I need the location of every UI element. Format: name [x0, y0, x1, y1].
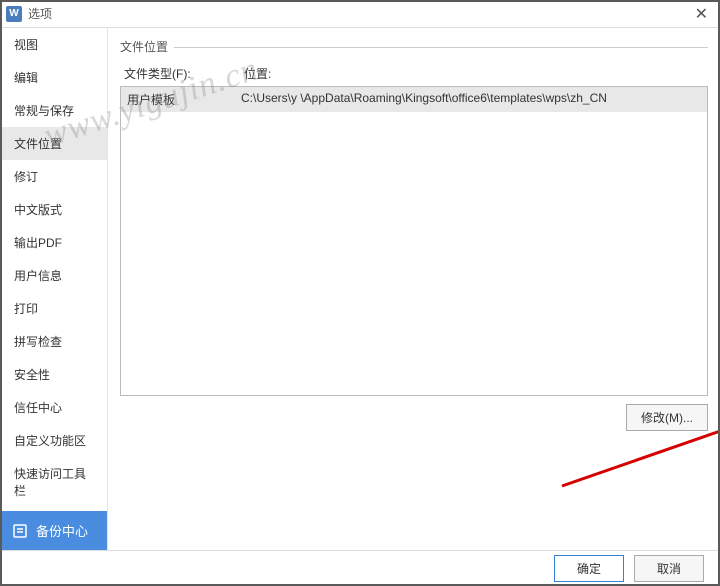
backup-center-button[interactable]: 备份中心 [0, 511, 107, 550]
sidebar-item-print[interactable]: 打印 [0, 292, 107, 325]
sidebar-item-security[interactable]: 安全性 [0, 358, 107, 391]
backup-icon [12, 523, 28, 539]
cancel-button[interactable]: 取消 [634, 555, 704, 582]
titlebar: W 选项 ✕ [0, 0, 720, 28]
dialog-title: 选项 [28, 5, 689, 22]
sidebar-item-label: 打印 [14, 302, 38, 316]
content-panel: 文件位置 文件类型(F): 位置: 用户模板 C:\Users\y \AppDa… [108, 28, 720, 550]
group-divider [174, 47, 708, 48]
column-header-filetype: 文件类型(F): [124, 65, 244, 82]
sidebar-item-user-info[interactable]: 用户信息 [0, 259, 107, 292]
sidebar-item-label: 安全性 [14, 368, 50, 382]
sidebar-item-spellcheck[interactable]: 拼写检查 [0, 325, 107, 358]
sidebar-item-label: 文件位置 [14, 137, 62, 151]
column-header-location: 位置: [244, 65, 708, 82]
sidebar-item-label: 输出PDF [14, 236, 62, 250]
sidebar-item-label: 信任中心 [14, 401, 62, 415]
group-title: 文件位置 [120, 38, 168, 55]
sidebar-item-label: 快速访问工具栏 [14, 467, 86, 498]
dialog-footer: 确定 取消 [0, 550, 720, 586]
sidebar-item-output-pdf[interactable]: 输出PDF [0, 226, 107, 259]
sidebar-item-label: 编辑 [14, 71, 38, 85]
sidebar-item-label: 修订 [14, 170, 38, 184]
sidebar-item-chinese-layout[interactable]: 中文版式 [0, 193, 107, 226]
backup-label: 备份中心 [36, 521, 88, 540]
sidebar-item-general-save[interactable]: 常规与保存 [0, 94, 107, 127]
app-icon: W [6, 6, 22, 22]
sidebar-item-trust-center[interactable]: 信任中心 [0, 391, 107, 424]
sidebar-item-custom-ribbon[interactable]: 自定义功能区 [0, 424, 107, 457]
sidebar-item-revision[interactable]: 修订 [0, 160, 107, 193]
list-row[interactable]: 用户模板 C:\Users\y \AppData\Roaming\Kingsof… [121, 87, 707, 112]
list-cell-path: C:\Users\y \AppData\Roaming\Kingsoft\off… [241, 91, 701, 108]
sidebar-item-view[interactable]: 视图 [0, 28, 107, 61]
sidebar-item-label: 常规与保存 [14, 104, 74, 118]
sidebar-item-label: 中文版式 [14, 203, 62, 217]
close-icon[interactable]: ✕ [689, 4, 714, 24]
sidebar: 视图 编辑 常规与保存 文件位置 修订 中文版式 输出PDF 用户信息 打印 拼… [0, 28, 108, 550]
modify-button[interactable]: 修改(M)... [626, 404, 708, 431]
ok-button[interactable]: 确定 [554, 555, 624, 582]
file-location-listbox[interactable]: 用户模板 C:\Users\y \AppData\Roaming\Kingsof… [120, 86, 708, 396]
sidebar-item-quick-access[interactable]: 快速访问工具栏 [0, 457, 107, 507]
sidebar-item-label: 视图 [14, 38, 38, 52]
sidebar-item-label: 拼写检查 [14, 335, 62, 349]
sidebar-item-edit[interactable]: 编辑 [0, 61, 107, 94]
sidebar-item-label: 自定义功能区 [14, 434, 86, 448]
list-cell-type: 用户模板 [127, 91, 241, 108]
sidebar-item-label: 用户信息 [14, 269, 62, 283]
sidebar-item-file-location[interactable]: 文件位置 [0, 127, 107, 160]
